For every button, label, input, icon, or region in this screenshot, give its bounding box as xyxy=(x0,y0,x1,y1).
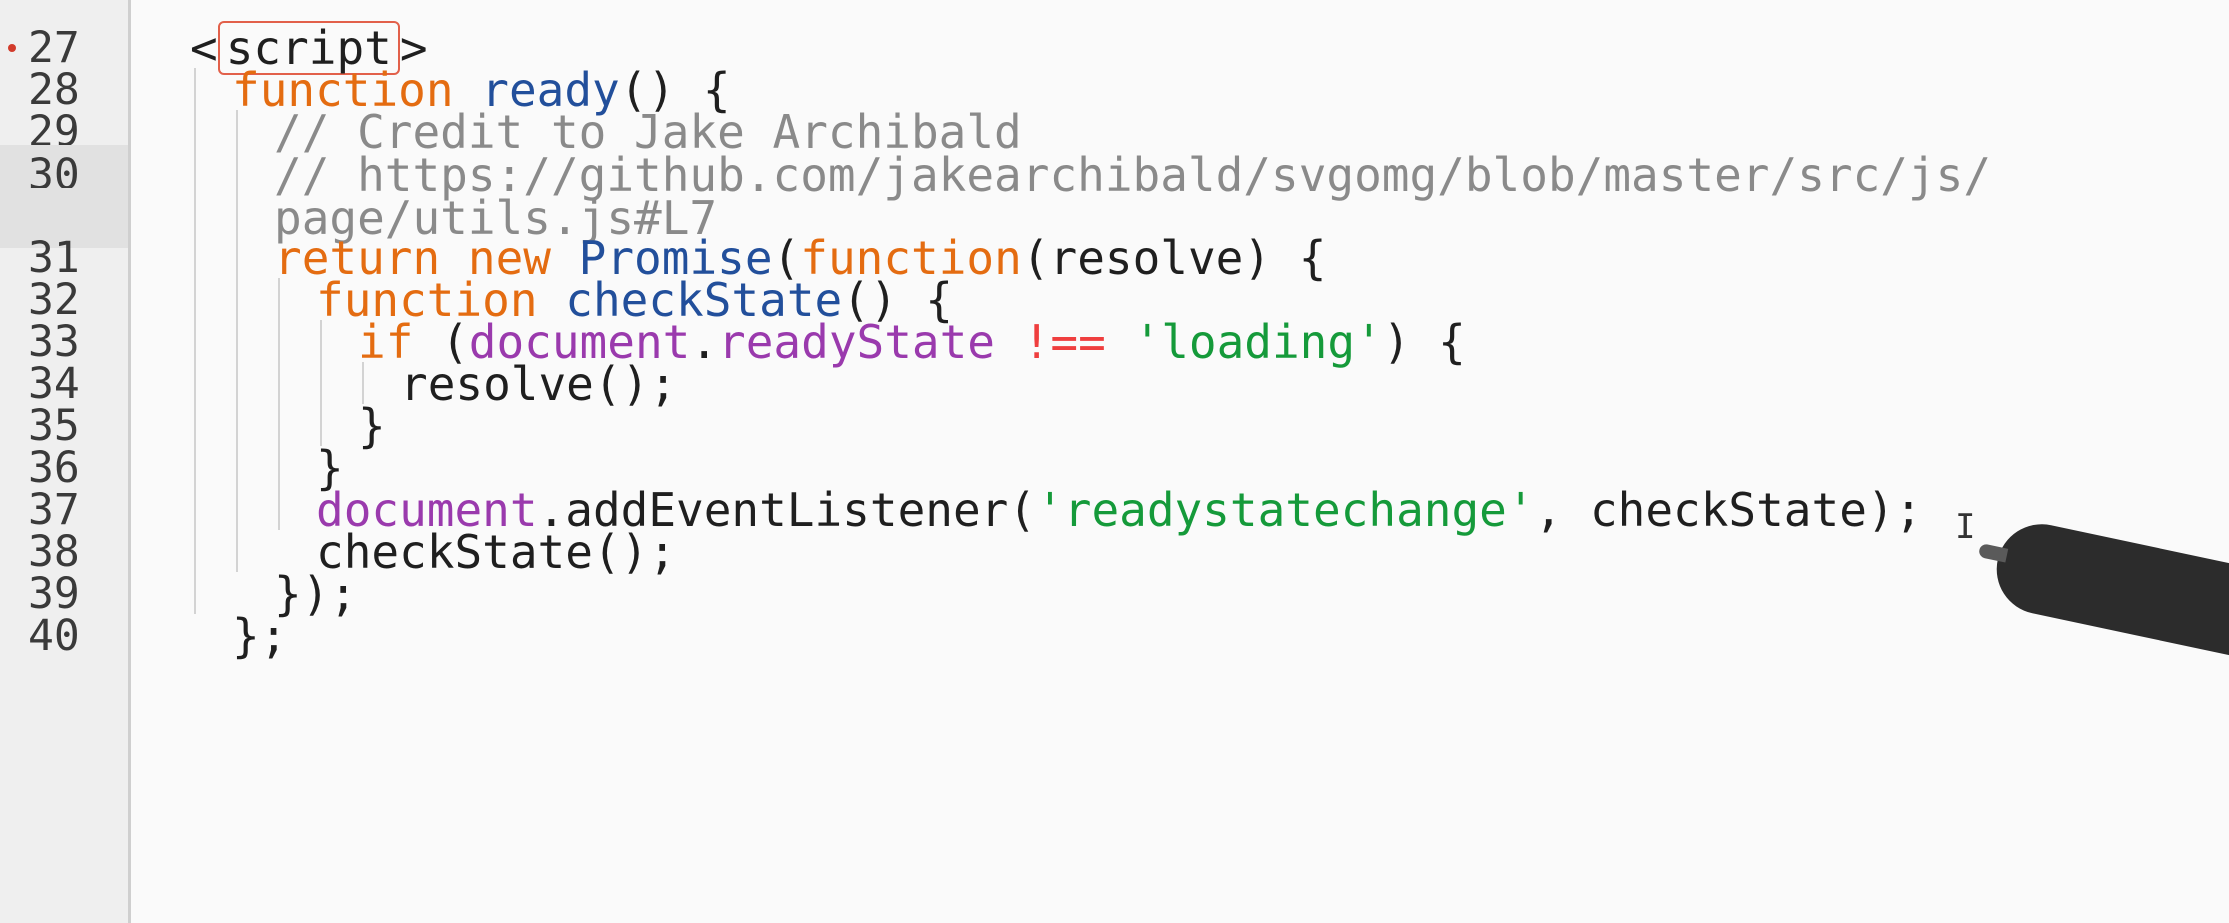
code-token: 'readystatechange' xyxy=(1036,483,1535,537)
indent-guide xyxy=(320,320,322,446)
code-line[interactable]: checkState(); xyxy=(316,522,676,582)
code-token: checkState(); xyxy=(316,525,677,579)
code-token: } xyxy=(358,399,386,453)
stylus-pen-icon xyxy=(1965,500,2229,676)
breakpoint-marker-icon[interactable] xyxy=(8,44,16,52)
stylus-body xyxy=(1988,515,2229,663)
code-token: }; xyxy=(232,609,288,663)
code-token: < xyxy=(190,21,218,75)
indent-guide xyxy=(194,68,196,614)
code-line[interactable]: }; xyxy=(232,606,287,666)
code-token: . xyxy=(690,315,719,369)
gutter-row[interactable]: 40 xyxy=(0,606,128,666)
text-cursor-icon: I xyxy=(1955,507,1976,547)
line-number-gutter: 27 28 29 30 31 32 33 34 35 36 37 38 39 40 xyxy=(0,0,128,923)
indent-guide xyxy=(278,278,280,530)
code-line[interactable]: } xyxy=(358,396,386,456)
code-token: ) { xyxy=(1382,315,1466,369)
code-token: , checkState); xyxy=(1534,483,1923,537)
gutter-divider xyxy=(128,0,131,923)
code-token: 'loading' xyxy=(1133,315,1383,369)
line-number: 40 xyxy=(28,611,80,661)
code-token: readyState xyxy=(718,315,995,369)
code-token: resolve(); xyxy=(400,357,677,411)
code-line[interactable]: resolve(); xyxy=(400,354,677,414)
indent-guide xyxy=(236,110,238,572)
code-token: (resolve) { xyxy=(1021,231,1327,285)
code-editor[interactable]: 27 28 29 30 31 32 33 34 35 36 37 38 39 40 < script > fun… xyxy=(0,0,2229,923)
code-token: !== xyxy=(1022,315,1106,369)
